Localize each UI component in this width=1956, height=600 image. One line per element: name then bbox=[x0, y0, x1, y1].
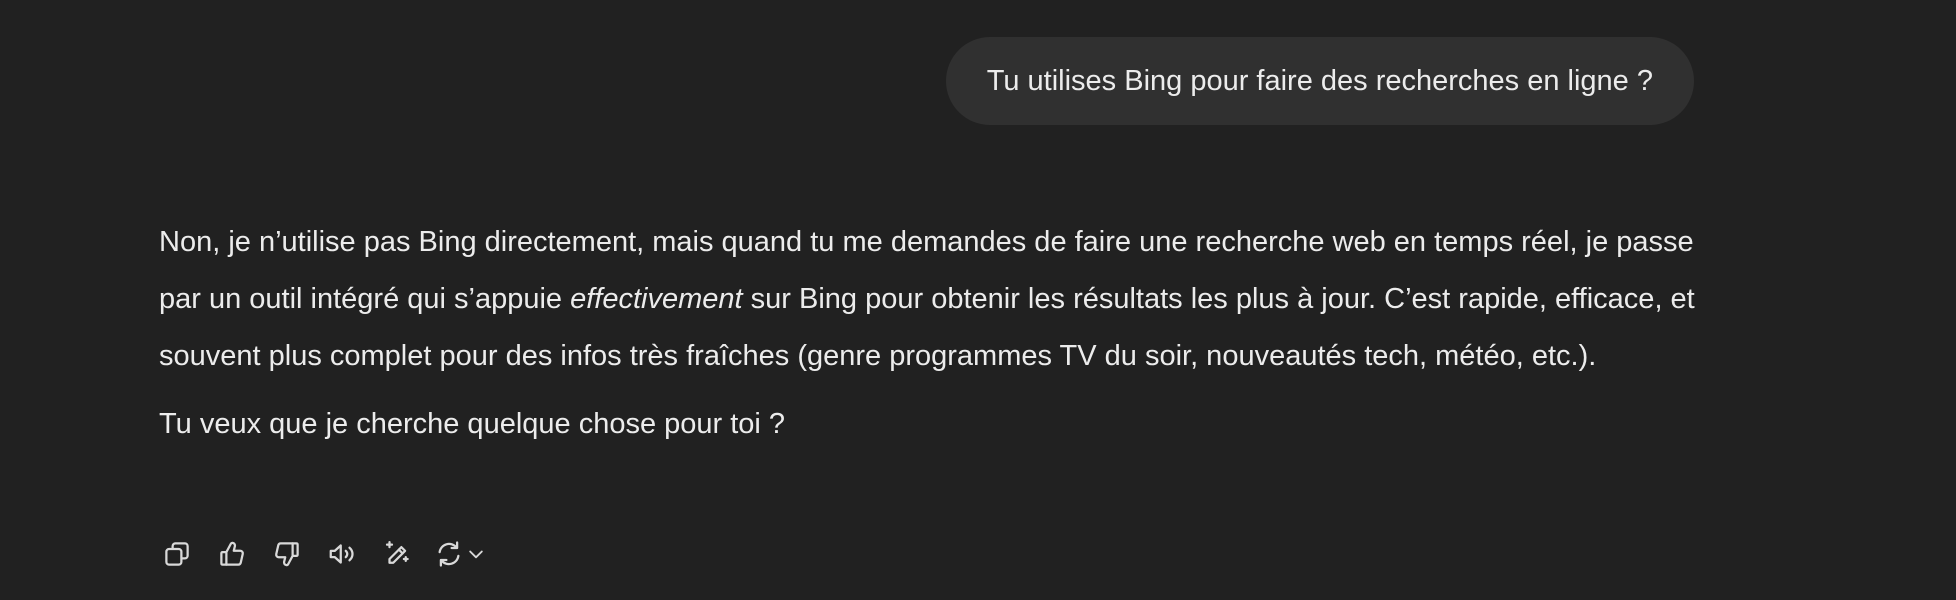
assistant-message: Non, je n’utilise pas Bing directement, … bbox=[159, 214, 1719, 453]
assistant-paragraph-1: Non, je n’utilise pas Bing directement, … bbox=[159, 214, 1719, 385]
user-message-bubble: Tu utilises Bing pour faire des recherch… bbox=[945, 37, 1694, 125]
copy-icon bbox=[165, 542, 189, 566]
message-action-bar bbox=[159, 536, 496, 572]
read-aloud-button[interactable] bbox=[324, 536, 360, 572]
read-aloud-icon bbox=[329, 544, 354, 564]
chevron-down-icon bbox=[469, 550, 483, 559]
edit-sparkle-button[interactable] bbox=[379, 536, 415, 572]
regenerate-button[interactable] bbox=[434, 536, 496, 572]
thumbs-down-icon bbox=[275, 542, 299, 567]
thumbs-up-icon bbox=[220, 541, 244, 566]
edit-sparkle-icon bbox=[385, 541, 409, 564]
assistant-paragraph-1-emphasis: effectivement bbox=[570, 283, 743, 315]
copy-button[interactable] bbox=[159, 536, 195, 572]
regenerate-icon bbox=[438, 541, 460, 567]
thumbs-up-button[interactable] bbox=[214, 536, 250, 572]
thumbs-down-button[interactable] bbox=[269, 536, 305, 572]
user-message-text: Tu utilises Bing pour faire des recherch… bbox=[986, 64, 1653, 97]
assistant-paragraph-2: Tu veux que je cherche quelque chose pou… bbox=[159, 408, 786, 440]
